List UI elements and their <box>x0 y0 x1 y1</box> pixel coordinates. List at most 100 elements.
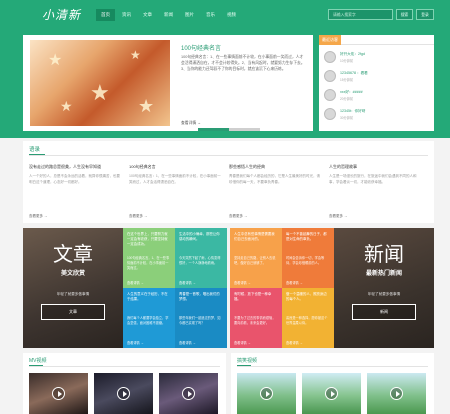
star-decoration-icon: ★ <box>90 80 110 105</box>
visitor-name: 12345t：你好呀 <box>340 109 366 113</box>
tile-more-link[interactable]: 查看详情 → <box>286 340 303 345</box>
quote-more-link[interactable]: 查看更多 → <box>29 214 121 219</box>
tile-card[interactable]: 人生的意义在于经历，不在于结果。 我们每个人都要学会独立，学会坚强，面对困难不退… <box>123 288 175 348</box>
sidebar-tab[interactable]: 最近访客 <box>319 35 341 45</box>
featured-read-more-link[interactable]: 查看详情 → <box>181 121 201 126</box>
nav-item-home[interactable]: 首页 <box>96 9 115 21</box>
tile-title: 做一个温暖的人，照亮身边的每个人。 <box>286 292 327 301</box>
star-decoration-icon: ★ <box>60 98 73 114</box>
quotes-section: 语录 没有走过的路总是很美，人生没有早知道 人一个好的人，总是不会永远的活着，就… <box>23 141 434 223</box>
tile-text: 我们每个人都要学会独立，学会坚强，面对困难不退缩。 <box>127 316 169 325</box>
tile-text: 今天突然下起了雨，心情变得很好，一个人静静地看雨。 <box>179 256 221 265</box>
visitor-item[interactable]: 12345678 ：看看 15分钟前 <box>324 70 429 84</box>
play-icon[interactable] <box>260 387 273 400</box>
tile-more-link[interactable]: 查看详情 → <box>127 280 144 285</box>
login-button[interactable]: 登录 <box>416 9 434 20</box>
quote-card[interactable]: 没有走过的路总是很美，人生没有早知道 人一个好的人，总是不会永远的活着，就算你很… <box>29 164 121 219</box>
divider <box>237 366 428 367</box>
nav-item-pictures[interactable]: 图片 <box>180 9 199 21</box>
search-input[interactable]: 请输入搜索字 <box>328 9 393 20</box>
video-thumbnail[interactable] <box>29 373 88 414</box>
avatar <box>324 108 336 120</box>
visitor-time: 15分钟前 <box>340 78 354 82</box>
star-decoration-icon: ★ <box>138 96 155 116</box>
tile-title: 人生中总有些事情是需要我们自己去面对的。 <box>234 232 275 241</box>
category-mosaic: 文章 美文欣赏 年轻了就要多做事情 文章 在这个世界上，只要努力就一定会有收获，… <box>23 228 434 348</box>
tile-card[interactable]: 人生中总有些事情是需要我们自己去面对的。 坚持走自己的路，让别人去说吧，做好自己… <box>230 228 282 288</box>
visitor-time: 20分钟前 <box>340 97 354 101</box>
play-icon[interactable] <box>390 387 403 400</box>
carousel-progress[interactable] <box>198 128 260 131</box>
site-logo[interactable]: 小清新 <box>42 6 81 23</box>
tile-more-link[interactable]: 查看详情 → <box>179 280 196 285</box>
play-icon[interactable] <box>182 387 195 400</box>
tile-text: 善良是一种选择，愿你被这个世界温柔以待。 <box>286 316 328 325</box>
video-thumbnail[interactable] <box>237 373 296 414</box>
quote-excerpt: 人一个好的人，总是不会永远的活着，就算你很痛苦，也要明白这个道理，心态好一切都好… <box>29 174 120 184</box>
avatar <box>324 51 336 63</box>
quote-more-link[interactable]: 查看更多 → <box>129 214 221 219</box>
news-note: 年轻了就要多做事情 <box>367 292 401 296</box>
quote-title[interactable]: 人生的哲理故事 <box>329 164 421 170</box>
funny-video-section: 搞笑视频 <box>231 353 434 414</box>
avatar <box>324 89 336 101</box>
play-icon[interactable] <box>117 387 130 400</box>
video-thumbnail[interactable] <box>159 373 218 414</box>
nav-item-info[interactable]: 资讯 <box>117 9 136 21</box>
visitor-item[interactable]: xxx好：##### 20分钟前 <box>324 89 429 103</box>
quote-title[interactable]: 那些感悟人生的经典 <box>229 164 321 170</box>
tile-more-link[interactable]: 查看详情 → <box>127 340 144 345</box>
main-nav: 首页 资讯 文章 新闻 图片 音乐 视频 <box>96 9 243 21</box>
quote-card[interactable]: 那些感悟人生的经典 青春是我们每个人都会经历的，它是人生最美好的时光，请珍惜你的… <box>229 164 321 219</box>
visitor-name: 好开大佑：2fgd <box>340 52 365 56</box>
featured-title[interactable]: 100句经典名言 <box>181 43 221 52</box>
tile-card[interactable]: 生活中的小确幸，那些让你感动的瞬间。 今天突然下起了雨，心情变得很好，一个人静静… <box>175 228 227 288</box>
quote-card[interactable]: 人生的哲理故事 人生是一场漫长的旅行，在旅途中我们会遇到不同的人和事，学会看淡一… <box>329 164 421 219</box>
quote-card[interactable]: 100句经典名言 100句经典名言：1、在一些事情面前不计较，在小事面前一笑而过… <box>129 164 221 219</box>
search-button[interactable]: 搜索 <box>396 9 413 20</box>
tile-title: 生活中的小确幸，那些让你感动的瞬间。 <box>179 232 220 241</box>
tile-card[interactable]: 做一个温暖的人，照亮身边的每个人。 善良是一种选择，愿你被这个世界温柔以待。 查… <box>282 288 334 348</box>
divider <box>29 366 220 367</box>
tile-more-link[interactable]: 查看详情 → <box>234 280 251 285</box>
quote-excerpt: 人生是一场漫长的旅行，在旅途中我们会遇到不同的人和事，学会看淡一切，才能收获幸福… <box>329 174 417 184</box>
quote-title[interactable]: 100句经典名言 <box>129 164 221 170</box>
sidebar-header: 最近访客 <box>319 35 434 45</box>
tile-text: 坚持走自己的路，让别人去说吧，做好自己就够了。 <box>234 256 276 265</box>
video-thumbnail[interactable] <box>302 373 361 414</box>
news-heading: 新闻 <box>364 242 404 266</box>
visitor-item[interactable]: 好开大佑：2fgd 10分钟前 <box>324 51 429 65</box>
tile-card[interactable]: 有时候，放下也是一种幸福。 不要为了过去的事情而烦恼，要向前看，未来会更好。 查… <box>230 288 282 348</box>
visitor-name: 12345678 ：看看 <box>340 71 368 75</box>
tile-more-link[interactable]: 查看详情 → <box>179 340 196 345</box>
news-subheading: 最新热门新闻 <box>365 271 402 277</box>
nav-item-video[interactable]: 视频 <box>222 9 241 21</box>
play-icon[interactable] <box>52 387 65 400</box>
tile-card[interactable]: 在这个世界上，只要努力就一定会有收获，只要坚持就一定会成功。 100句经典名言，… <box>123 228 175 288</box>
quote-excerpt: 100句经典名言：1、在一些事情面前不计较，在小事面前一笑而过，人才会活得潇洒自… <box>129 174 221 184</box>
tile-text: 不要为了过去的事情而烦恼，要向前看，未来会更好。 <box>234 316 276 325</box>
avatar <box>324 70 336 82</box>
video-thumbnail[interactable] <box>367 373 426 414</box>
play-icon[interactable] <box>325 387 338 400</box>
quote-excerpt: 青春是我们每个人都会经历的，它是人生最美好的时光，请珍惜你的每一天，不要辜负青春… <box>229 174 320 184</box>
quote-more-link[interactable]: 查看更多 → <box>229 214 321 219</box>
quote-more-link[interactable]: 查看更多 → <box>329 214 421 219</box>
tile-more-link[interactable]: 查看详情 → <box>286 280 303 285</box>
nav-item-music[interactable]: 音乐 <box>201 9 220 21</box>
video-thumbnail[interactable] <box>94 373 153 414</box>
featured-description: 100句经典名言：1、在一些事情面前不计较，在小事面前一笑而过，人才会活得潇洒自… <box>181 55 305 71</box>
mv-video-section: MV视频 <box>23 353 226 414</box>
quote-title[interactable]: 没有走过的路总是很美，人生没有早知道 <box>29 164 121 170</box>
tile-more-link[interactable]: 查看详情 → <box>234 340 251 345</box>
tile-card[interactable]: 青春是一首歌，唱出我们的梦想。 那些年我们一起追过的梦，如今都已实现了吗？ 查看… <box>175 288 227 348</box>
tile-card[interactable]: 每一个不曾起舞的日子，都是对生命的辜负。 时间会告诉你一切，学会等待，学会珍惜眼… <box>282 228 334 288</box>
nav-item-articles[interactable]: 文章 <box>138 9 157 21</box>
featured-image[interactable]: ★ ★ ★ ★ ★ <box>30 40 170 126</box>
news-button[interactable]: 新闻 <box>352 304 416 320</box>
nav-item-news[interactable]: 新闻 <box>159 9 178 21</box>
articles-note: 年轻了就要多做事情 <box>56 292 90 296</box>
articles-button[interactable]: 文章 <box>41 304 105 320</box>
divider <box>29 155 428 156</box>
visitor-item[interactable]: 12345t：你好呀 30分钟前 <box>324 108 429 122</box>
